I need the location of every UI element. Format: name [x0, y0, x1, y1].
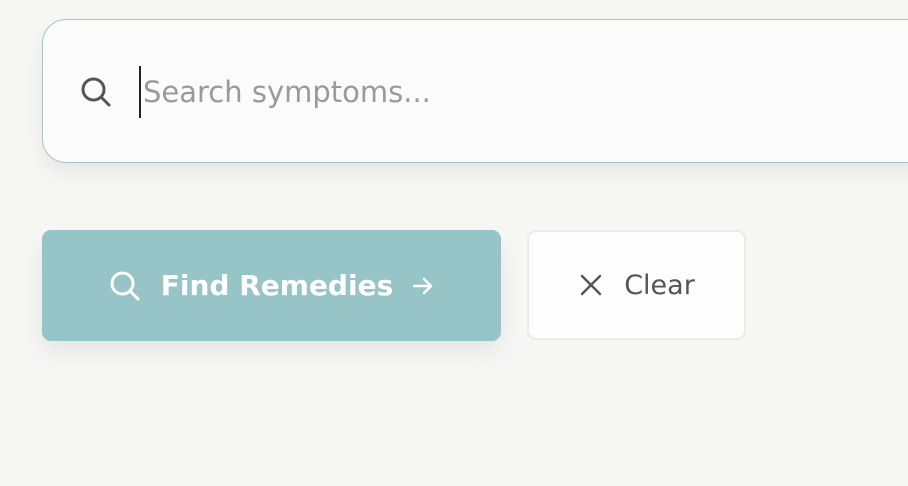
- close-icon: [580, 274, 602, 296]
- find-remedies-label: Find Remedies: [160, 269, 394, 302]
- find-remedies-button[interactable]: Find Remedies: [42, 230, 501, 341]
- search-icon: [81, 77, 111, 107]
- search-box[interactable]: [42, 19, 908, 163]
- page: Find Remedies Clear: [0, 0, 908, 486]
- search-icon: [110, 271, 140, 300]
- clear-label: Clear: [624, 269, 695, 301]
- clear-button[interactable]: Clear: [527, 230, 746, 340]
- search-input[interactable]: [139, 66, 843, 118]
- arrow-right-icon: [413, 277, 433, 294]
